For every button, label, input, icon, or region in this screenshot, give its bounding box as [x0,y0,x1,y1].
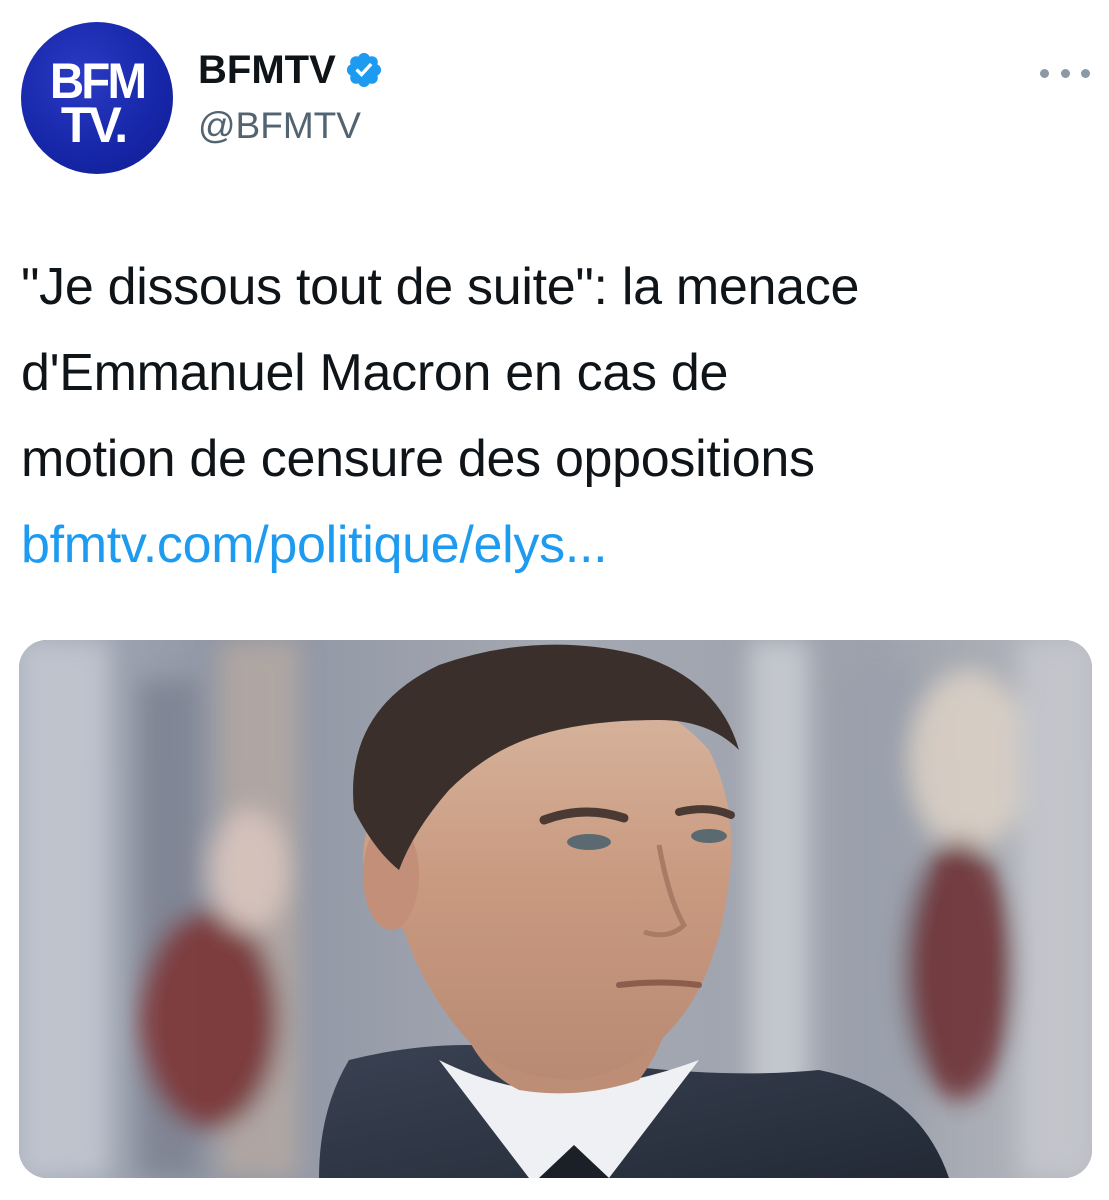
article-link[interactable]: bfmtv.com/politique/elys... [21,502,1091,588]
tweet-text-line: motion de censure des oppositions [21,430,815,488]
avatar[interactable]: BFM TV. [21,22,173,174]
more-options-icon [1040,68,1049,78]
tweet-text: "Je dissous tout de suite": la menace d'… [21,244,1091,588]
tweet-text-line: "Je dissous tout de suite": la menace [21,258,860,316]
photo-thumbnail [19,640,1092,1178]
more-options-icon [1060,68,1070,78]
author-display-name[interactable]: BFMTV [198,46,336,94]
logo-text-line2: TV. [60,97,128,153]
more-options-icon [1081,68,1090,78]
tweet-photo[interactable] [19,640,1092,1178]
more-options-button[interactable] [1040,58,1090,88]
author-name-row[interactable]: BFMTV [198,46,384,94]
tweet-text-line: d'Emmanuel Macron en cas de [21,344,729,402]
verified-badge-icon [346,52,381,88]
author-handle[interactable]: @BFMTV [198,104,361,148]
